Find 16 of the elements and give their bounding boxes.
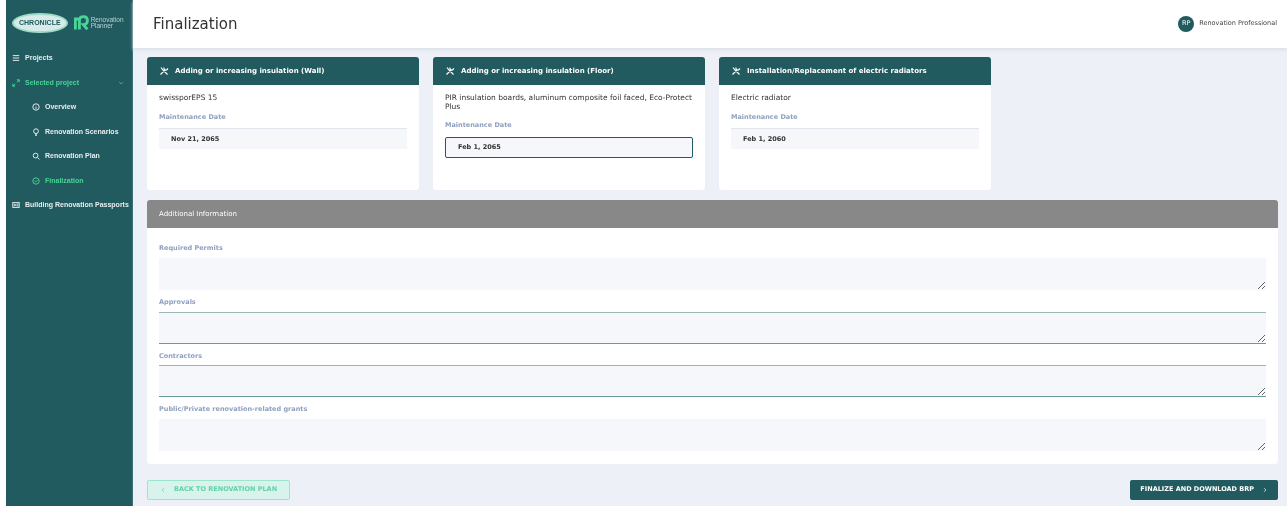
planner-logo-icon bbox=[72, 15, 89, 31]
passport-icon bbox=[12, 201, 20, 210]
bulb-icon bbox=[32, 127, 40, 136]
tools-icon bbox=[159, 66, 169, 76]
check-circle-icon bbox=[32, 176, 40, 185]
text-area[interactable] bbox=[159, 365, 1266, 398]
search-icon bbox=[32, 152, 40, 161]
list-icon bbox=[12, 54, 20, 63]
tools-icon bbox=[445, 66, 455, 76]
expand-icon bbox=[12, 78, 20, 87]
chevron-right-icon bbox=[1262, 486, 1268, 493]
text-area[interactable] bbox=[159, 311, 1266, 344]
chevron-left-icon bbox=[160, 486, 166, 493]
info-icon bbox=[32, 103, 40, 112]
tools-icon bbox=[731, 66, 741, 76]
page-title: Finalization bbox=[153, 13, 238, 35]
